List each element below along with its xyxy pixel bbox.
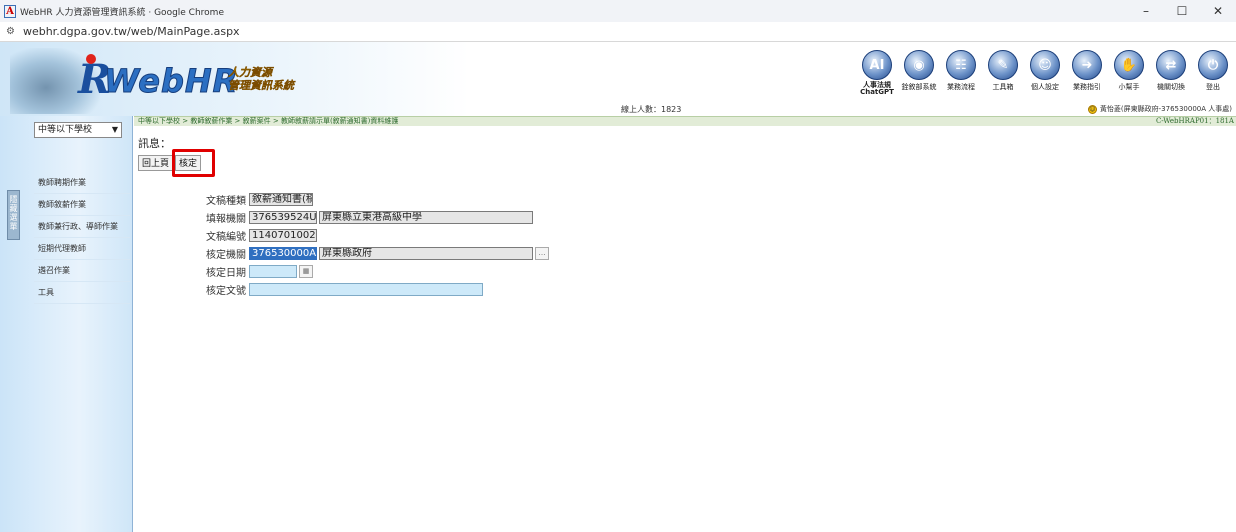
approving-agency-code[interactable]: 376530000A (249, 246, 317, 260)
sidebar-item-tools[interactable]: 工具 (34, 282, 130, 304)
maximize-button[interactable]: ☐ (1164, 0, 1200, 22)
site-info-icon[interactable]: ⚙ (6, 26, 15, 37)
main-content: 訊息： 回上頁 核定 文稿種類 敘薪通知書(稿 填報機關 376539524U … (134, 126, 1236, 532)
field-label: 填報機關 (206, 213, 246, 225)
logo-title: WebHR (103, 62, 239, 101)
field-label: 核定機關 (206, 249, 246, 261)
field-label: 文稿種類 (206, 195, 246, 207)
address-bar[interactable]: ⚙ webhr.dgpa.gov.tw/web/MainPage.aspx (0, 22, 1236, 42)
ai-icon: AI (862, 50, 892, 80)
toolbar-label: 人事法規 ChatGPT (860, 81, 894, 96)
agency-picker-button[interactable]: … (535, 246, 549, 260)
back-button[interactable]: 回上頁 (138, 155, 174, 171)
school-type-select[interactable]: 中等以下學校 ▼ (34, 122, 122, 138)
logo-subtitle: 人力資源 管理資訊系統 (228, 66, 294, 92)
person-icon: ☺ (1030, 50, 1060, 80)
sidebar-item-recall[interactable]: 遴召作業 (34, 260, 130, 282)
form-row-approval-number: 核定文號 (200, 280, 549, 298)
personal-settings-button[interactable]: ☺ 個人設定 (1024, 50, 1066, 96)
helper-button[interactable]: ✋ 小幫手 (1108, 50, 1150, 96)
close-button[interactable]: ✕ (1200, 0, 1236, 22)
breadcrumb-bar: 中等以下學校 > 教師敘薪作業 > 敘薪案件 > 教師敘薪請示單(敘薪通知書)資… (134, 116, 1236, 126)
url-text[interactable]: webhr.dgpa.gov.tw/web/MainPage.aspx (23, 25, 240, 38)
logo-sub-line2: 管理資訊系統 (228, 79, 294, 92)
form-row-doc-type: 文稿種類 敘薪通知書(稿 (200, 190, 549, 208)
approval-number-input[interactable] (249, 282, 483, 296)
toolbar-label: 小幫手 (1118, 83, 1140, 91)
toolbar-label: 業務流程 (947, 83, 975, 91)
school-type-value: 中等以下學校 (38, 125, 93, 135)
form-row-reporting-agency: 填報機關 376539524U 屏東縣立東港高級中學 (200, 208, 549, 226)
toolbar-label: 業務指引 (1073, 83, 1101, 91)
chevron-down-icon: ▼ (111, 125, 118, 134)
calendar-icon[interactable]: ▦ (299, 264, 313, 278)
guide-icon: ➜ (1072, 50, 1102, 80)
switch-agency-button[interactable]: ⇄ 機關切換 (1150, 50, 1192, 96)
toolbar-label: 機關切換 (1157, 83, 1185, 91)
logout-button[interactable]: ⏻ 登出 (1192, 50, 1234, 96)
user-smile-icon: ☺ (1087, 104, 1097, 114)
document-form: 文稿種類 敘薪通知書(稿 填報機關 376539524U 屏東縣立東港高級中學 … (200, 190, 549, 298)
approving-agency-name: 屏東縣政府 (319, 246, 533, 260)
breadcrumb: 中等以下學校 > 教師敘薪作業 > 敘薪案件 > 教師敘薪請示單(敘薪通知書)資… (138, 117, 399, 125)
logout-icon: ⏻ (1198, 50, 1228, 80)
window-controls: – ☐ ✕ (1128, 0, 1236, 22)
form-row-approval-date: 核定日期 ▦ (200, 262, 549, 280)
field-label: 核定日期 (206, 267, 246, 279)
user-info: ☺ 黃怡菱(屏東縣政府-376530000A 人事處) (1087, 104, 1232, 114)
toolbar-label: 個人設定 (1031, 83, 1059, 91)
online-users-count: 線上人數：1823 (621, 105, 682, 114)
business-flow-button[interactable]: ☷ 業務流程 (940, 50, 982, 96)
sidebar-item-teacher-term[interactable]: 教師聘期作業 (34, 172, 130, 194)
window-titlebar: A WebHR 人力資源管理資訊系統 · Google Chrome – ☐ ✕ (0, 0, 1236, 22)
doc-number-field: 1140701002 (249, 228, 317, 242)
window-title: WebHR 人力資源管理資訊系統 · Google Chrome (20, 7, 224, 18)
toolbar-label: 登出 (1206, 83, 1220, 91)
helper-icon: ✋ (1114, 50, 1144, 80)
sidebar-item-admin-duties[interactable]: 教師兼行政、導師作業 (34, 216, 130, 238)
toolbox-button[interactable]: ✎ 工具箱 (982, 50, 1024, 96)
toolbar-label: 工具箱 (992, 83, 1014, 91)
user-info-text: 黃怡菱(屏東縣政府-376530000A 人事處) (1099, 105, 1232, 113)
highlight-box (172, 149, 215, 177)
form-row-doc-number: 文稿編號 1140701002 (200, 226, 549, 244)
reporting-agency-name: 屏東縣立東港高級中學 (319, 210, 533, 224)
seal-icon: ◉ (904, 50, 934, 80)
header-toolbar: AI 人事法規 ChatGPT ◉ 銓敘部系統 ☷ 業務流程 ✎ 工具箱 ☺ 個人… (856, 50, 1234, 96)
business-guide-button[interactable]: ➜ 業務指引 (1066, 50, 1108, 96)
tools-icon: ✎ (988, 50, 1018, 80)
left-sidebar: 中等以下學校 ▼ 隱藏選單 教師聘期作業 教師敘薪作業 教師兼行政、導師作業 短… (0, 116, 133, 532)
reporting-agency-code: 376539524U (249, 210, 317, 224)
field-label: 文稿編號 (206, 231, 246, 243)
logo-sub-line1: 人力資源 (228, 66, 272, 79)
chatgpt-regulations-button[interactable]: AI 人事法規 ChatGPT (856, 50, 898, 96)
sidebar-item-substitute[interactable]: 短期代理教師 (34, 238, 130, 260)
doc-type-field: 敘薪通知書(稿 (249, 192, 313, 206)
mocs-system-button[interactable]: ◉ 銓敘部系統 (898, 50, 940, 96)
message-label: 訊息： (138, 137, 171, 150)
form-row-approving-agency: 核定機關 376530000A 屏東縣政府 … (200, 244, 549, 262)
toolbar-label: 銓敘部系統 (901, 83, 937, 91)
approval-date-input[interactable] (249, 264, 297, 278)
switch-icon: ⇄ (1156, 50, 1186, 80)
field-label: 核定文號 (206, 285, 246, 297)
flow-icon: ☷ (946, 50, 976, 80)
minimize-button[interactable]: – (1128, 0, 1164, 22)
hide-menu-tab[interactable]: 隱藏選單 (7, 190, 20, 240)
sidebar-menu: 教師聘期作業 教師敘薪作業 教師兼行政、導師作業 短期代理教師 遴召作業 工具 (34, 172, 130, 304)
app-logo-icon: A (4, 4, 16, 18)
server-id: C-WebHRAP01：181A (1155, 117, 1234, 125)
sidebar-item-teacher-salary[interactable]: 教師敘薪作業 (34, 194, 130, 216)
